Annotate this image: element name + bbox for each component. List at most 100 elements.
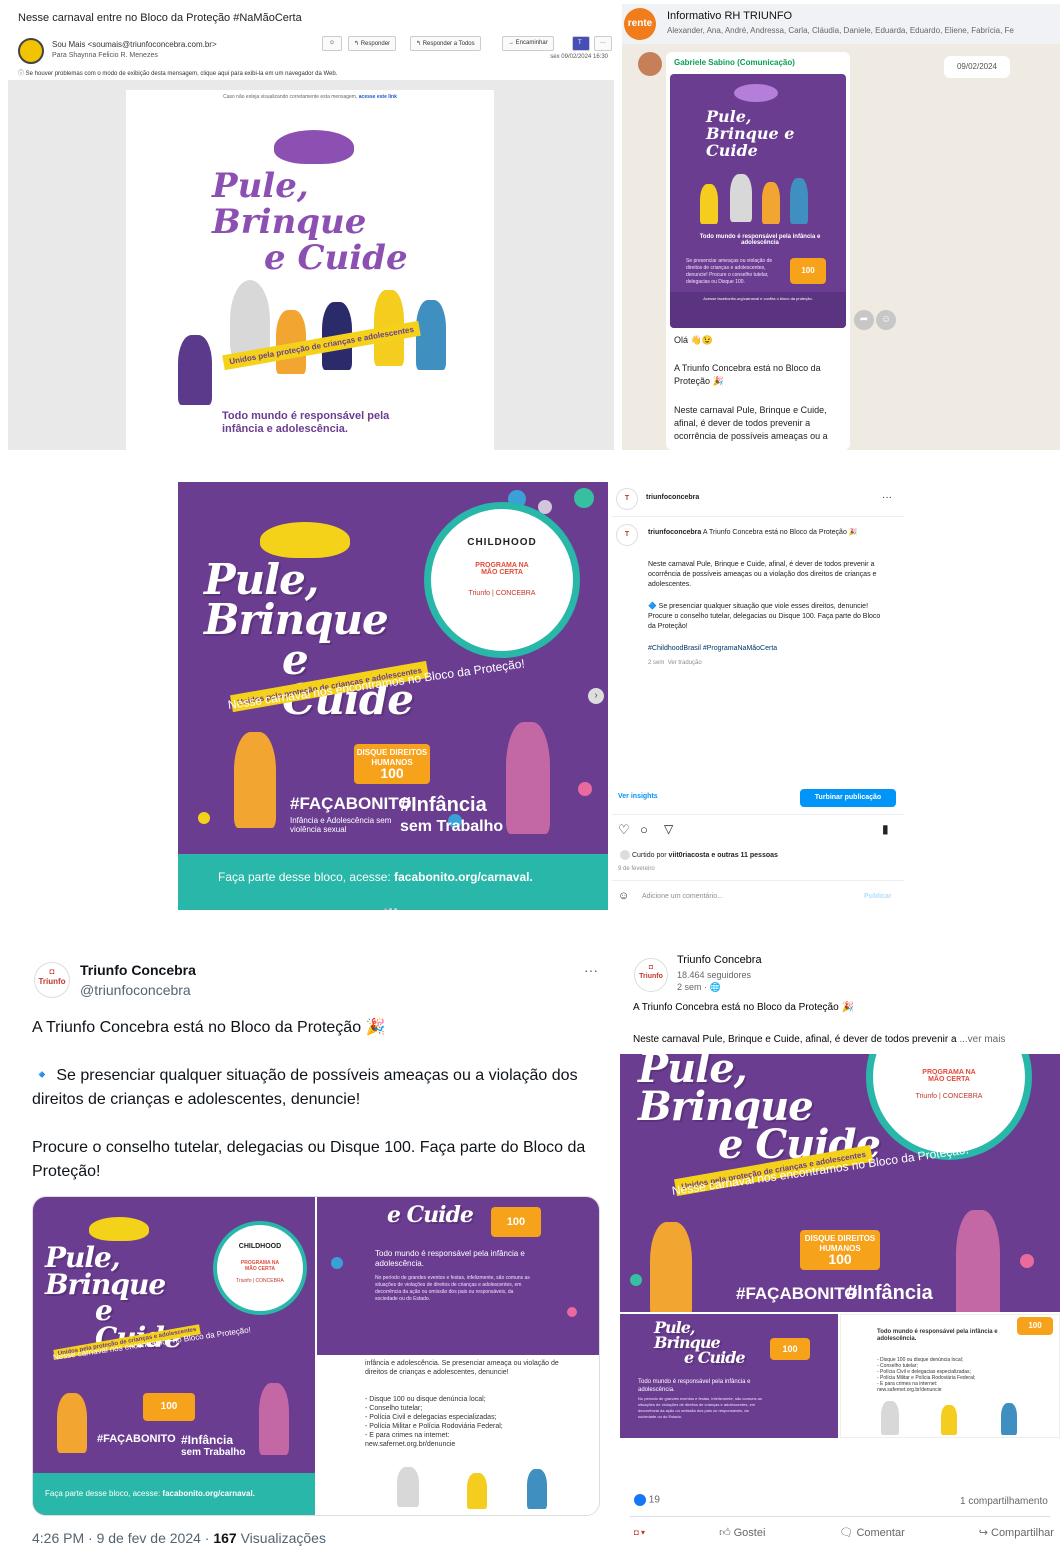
- comment-input[interactable]: Adicione um comentário...: [642, 893, 723, 900]
- page-name[interactable]: Triunfo Concebra: [677, 954, 762, 966]
- email-warning[interactable]: ⓘ Se houver problemas com o modo de exib…: [18, 68, 337, 77]
- account-handle[interactable]: @triunfoconcebra: [80, 982, 191, 998]
- boy-character: [762, 182, 780, 224]
- more-options-icon[interactable]: ···: [882, 492, 892, 503]
- like-button[interactable]: 👍︎ Gostei: [719, 1526, 765, 1539]
- tweet-line-2: 🔹 Se presenciar qualquer situação de pos…: [32, 1067, 578, 1108]
- message-hello: Olá 👋😉: [674, 335, 713, 345]
- carousel-dots: [384, 898, 402, 910]
- comment-button[interactable]: 🗨︎ Comentar: [839, 1526, 904, 1539]
- next-slide-button[interactable]: ›: [588, 688, 604, 704]
- sender-avatar: [18, 38, 44, 64]
- insights-link[interactable]: Ver insights: [618, 793, 658, 800]
- emoji-button[interactable]: ☺: [322, 36, 342, 51]
- partners-badge: CHILDHOOD PROGRAMA NA MÃO CERTA Triunfo …: [424, 502, 580, 658]
- post-time[interactable]: 2 sem · 🌐: [677, 982, 721, 993]
- partners-badge: CHILDHOOD PROGRAMA NA MÃO CERTA Triunfo …: [213, 1221, 307, 1315]
- message-image[interactable]: Pule, Brinque e Cuide Todo mundo é respo…: [670, 74, 846, 328]
- carnival-mask-icon: [734, 84, 778, 102]
- hashtag-facabonito: #FAÇABONITO: [290, 794, 412, 813]
- account-name[interactable]: Triunfo Concebra: [80, 962, 196, 978]
- divider: [612, 880, 904, 881]
- message-paragraph-1: A Triunfo Concebra está no Bloco da Prot…: [674, 363, 821, 386]
- media-poster-3[interactable]: infância e adolescência. Se presenciar a…: [317, 1357, 599, 1515]
- programa-logo: PROGRAMA NA MÃO CERTA: [475, 562, 529, 576]
- more-button[interactable]: ···: [594, 36, 612, 51]
- pirate-character: [527, 1469, 547, 1509]
- more-options-icon[interactable]: ···: [584, 962, 598, 978]
- boy-character: [259, 1383, 289, 1455]
- caption-hashtags[interactable]: #ChildhoodBrasil #ProgramaNaMãoCerta: [648, 644, 888, 654]
- teams-icon[interactable]: T: [572, 36, 590, 51]
- see-more-link[interactable]: ...ver mais: [959, 1034, 1005, 1045]
- confetti: [198, 812, 210, 824]
- mini-poster-text: Todo mundo é responsável pela infância e…: [699, 234, 821, 246]
- message-bubble: Gabriele Sabino (Comunicação) Pule, Brin…: [666, 52, 850, 450]
- confetti: [574, 488, 594, 508]
- tweet-line-1: A Triunfo Concebra está no Bloco da Prot…: [32, 1019, 386, 1036]
- gallery-image-2[interactable]: Pule, Brinque e Cuide 100 Todo mundo é r…: [620, 1314, 838, 1438]
- post-actions: ◘ ▾ 👍︎ Gostei 🗨︎ Comentar ↪ Compartilhar: [634, 1526, 1054, 1539]
- liked-by: Curtido por viit0riacosta e outras 11 pe…: [620, 850, 778, 860]
- caption-meta: 2 sem Ver tradução: [648, 660, 702, 666]
- email-subject: Nesse carnaval entre no Bloco da Proteçã…: [18, 12, 302, 24]
- translate-link[interactable]: Ver tradução: [668, 660, 702, 666]
- tweet-media-grid[interactable]: Pule, Brinque e Cuide CHILDHOOD PROGRAMA…: [32, 1196, 600, 1516]
- shares-count[interactable]: 1 compartilhamento: [960, 1496, 1048, 1507]
- emoji-icon[interactable]: ☺: [618, 890, 629, 902]
- email-content: Caso não esteja visualizando corretament…: [126, 90, 494, 450]
- post-line-2: Neste carnaval Pule, Brinque e Cuide, af…: [633, 1034, 1006, 1045]
- chat-header[interactable]: rente Informativo RH TRIUNFO Alexander, …: [622, 4, 1060, 44]
- group-avatar: rente: [624, 8, 656, 40]
- tweet-meta: 4:26 PM · 9 de fev de 2024 · 167 Visuali…: [32, 1530, 326, 1546]
- instagram-post-image[interactable]: Pule, Brinque e Cuide CHILDHOOD PROGRAMA…: [178, 482, 608, 910]
- carnival-mask-icon: [260, 522, 350, 558]
- divider: [612, 814, 904, 815]
- tweet-line-3: Procure o conselho tutelar, delegacias o…: [32, 1139, 586, 1180]
- carnival-mask-icon: [274, 130, 354, 164]
- page-avatar[interactable]: ◘ Triunfo: [634, 958, 668, 992]
- message-sender: Gabriele Sabino (Comunicação): [674, 58, 795, 67]
- whatsapp-panel: rente Informativo RH TRIUNFO Alexander, …: [622, 4, 1060, 450]
- gallery-image-1[interactable]: Pule, Brinque e Cuide PROGRAMA NA MÃO CE…: [620, 1054, 1060, 1312]
- forward-icon[interactable]: ➦: [854, 310, 874, 330]
- save-icon[interactable]: ▮: [882, 822, 889, 836]
- caption-head: triunfoconcebra A Triunfo Concebra está …: [648, 529, 858, 536]
- post-date: 9 de fevereiro: [618, 866, 655, 872]
- media-poster-2[interactable]: e Cuide 100 Todo mundo é responsável pel…: [317, 1197, 599, 1355]
- page-switcher[interactable]: ◘ ▾: [634, 1528, 645, 1537]
- post-gallery[interactable]: Pule, Brinque e Cuide PROGRAMA NA MÃO CE…: [620, 1054, 1060, 1438]
- email-panel: Nesse carnaval entre no Bloco da Proteçã…: [8, 4, 614, 450]
- reply-all-button[interactable]: ↰ Responder a Todos: [410, 36, 481, 51]
- boy-character: [956, 1210, 1000, 1312]
- reply-button[interactable]: ↰ Responder: [348, 36, 397, 51]
- react-icon[interactable]: ☺: [876, 310, 896, 330]
- bee-character: [941, 1405, 957, 1435]
- media-poster-1[interactable]: Pule, Brinque e Cuide CHILDHOOD PROGRAMA…: [33, 1197, 315, 1515]
- account-avatar[interactable]: ◘ Triunfo: [34, 962, 70, 998]
- notice-link[interactable]: acesse este link: [359, 94, 397, 100]
- gallery-image-3[interactable]: Todo mundo é responsável pela infância e…: [840, 1314, 1060, 1438]
- reactions-count[interactable]: 19: [634, 1494, 660, 1506]
- caption-paragraph-1: Neste carnaval Pule, Brinque e Cuide, af…: [648, 561, 877, 588]
- like-icon[interactable]: ♡: [618, 822, 630, 838]
- email-poster-footer: Todo mundo é responsável pela infância e…: [222, 410, 390, 435]
- account-avatar[interactable]: T: [616, 488, 638, 510]
- publish-button[interactable]: Publicar: [864, 893, 892, 900]
- disque-100-badge: 100: [790, 258, 826, 284]
- forward-button[interactable]: → Encaminhar: [502, 36, 554, 51]
- share-button[interactable]: ↪ Compartilhar: [979, 1526, 1054, 1539]
- girl-character: [234, 732, 276, 828]
- account-name[interactable]: triunfoconcebra: [646, 494, 699, 501]
- mini-poster-cta: Se presenciar ameaças ou violação de dir…: [686, 258, 773, 285]
- boost-post-button[interactable]: Turbinar publicação: [800, 789, 896, 807]
- twitter-panel: ◘ Triunfo Triunfo Concebra @triunfoconceb…: [18, 950, 610, 1549]
- share-icon[interactable]: ▽: [664, 822, 673, 836]
- mini-poster-title: Pule, Brinque e Cuide: [706, 107, 795, 160]
- comment-icon[interactable]: ○: [640, 822, 648, 837]
- water-drop-character: [881, 1401, 899, 1435]
- facabonito-sub: Infância e Adolescência sem violência se…: [290, 816, 392, 834]
- caption-avatar: T: [616, 524, 638, 546]
- email-notice: Caso não esteja visualizando corretament…: [223, 94, 397, 100]
- chat-members: Alexander, Ana, André, Andressa, Carla, …: [667, 26, 1014, 35]
